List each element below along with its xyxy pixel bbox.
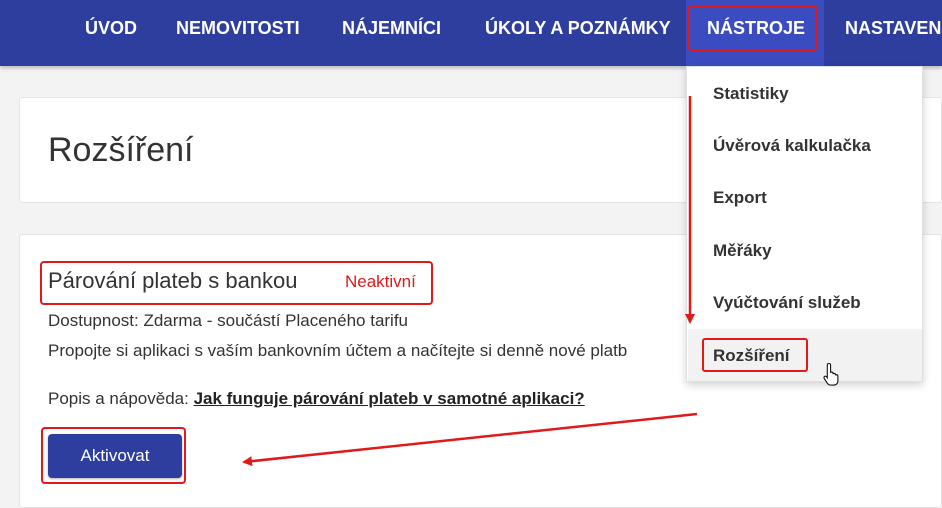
dropdown-item-statistiky[interactable]: Statistiky (713, 84, 789, 104)
availability-text: Dostupnost: Zdarma - součástí Placeného … (48, 311, 409, 330)
hand-cursor-icon (823, 362, 839, 386)
page-title: Rozšíření (48, 131, 194, 169)
help-prefix: Popis a nápověda: (48, 389, 194, 408)
dropdown-item-uverova-kalkulacka[interactable]: Úvěrová kalkulačka (713, 136, 871, 156)
dropdown-item-export[interactable]: Export (713, 188, 767, 208)
nav-item-nastaveni[interactable]: NASTAVEN (845, 0, 941, 56)
description-text: Propojte si aplikaci s vaším bankovním ú… (48, 341, 628, 360)
nav-item-nemovitosti[interactable]: NEMOVITOSTI (176, 0, 300, 56)
tools-dropdown-menu: Statistiky Úvěrová kalkulačka Export Měř… (686, 66, 923, 382)
help-line: Popis a nápověda: Jak funguje párování p… (48, 389, 585, 409)
nav-item-ukoly-a-poznamky[interactable]: ÚKOLY A POZNÁMKY (485, 0, 671, 56)
nav-item-uvod[interactable]: ÚVOD (85, 0, 137, 56)
activate-button[interactable]: Aktivovat (48, 434, 182, 478)
highlight-frame-nav (688, 5, 817, 51)
dropdown-item-meraky[interactable]: Měřáky (713, 241, 772, 261)
dropdown-item-vyuctovani-sluzeb[interactable]: Vyúčtování služeb (713, 293, 861, 313)
extension-title: Párování plateb s bankou (48, 268, 298, 293)
highlight-frame-dropdown (702, 338, 808, 372)
nav-item-najemnici[interactable]: NÁJEMNÍCI (342, 0, 441, 56)
help-link[interactable]: Jak funguje párování plateb v samotné ap… (194, 389, 585, 408)
top-navigation: ÚVOD NEMOVITOSTI NÁJEMNÍCI ÚKOLY A POZNÁ… (0, 0, 942, 66)
status-badge: Neaktivní (345, 272, 416, 291)
